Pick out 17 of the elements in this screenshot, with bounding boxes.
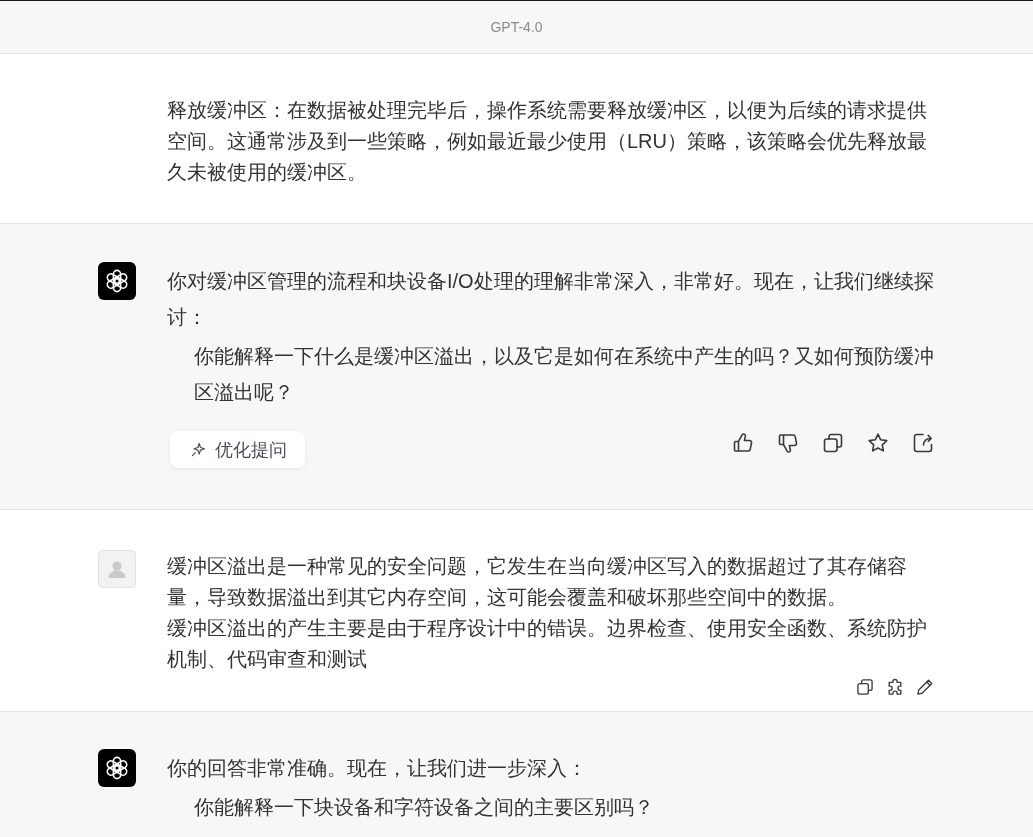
- quoted-question: 你能解释一下什么是缓冲区溢出，以及它是如何在系统中产生的吗？又如何预防缓冲区溢出呢？: [193, 344, 935, 405]
- pencil-icon[interactable]: [915, 677, 935, 697]
- message-text: 缓冲区溢出是一种常见的安全问题，它发生在当向缓冲区写入的数据超过了其存储容量，导致数据溢出到其它内存空间，这可能会覆盖和破坏那些空间中的数据。: [167, 554, 908, 610]
- copy-icon[interactable]: [821, 431, 845, 455]
- thumbs-up-icon[interactable]: [731, 431, 755, 455]
- sparkle-icon: [190, 441, 207, 458]
- model-title: GPT-4.0: [490, 19, 543, 35]
- optimize-prompt-button[interactable]: 优化提问: [170, 431, 305, 468]
- message-text: 释放缓冲区：在数据被处理完毕后，操作系统需要释放缓冲区，以便为后续的请求提供空间。这通常涉及到一些策略，例如最近最少使用（LRU）策略，该策略会优先释放最久未被使用的缓冲区。: [167, 98, 928, 185]
- message-text: 你对缓冲区管理的流程和块设备I/O处理的理解非常深入，非常好。现在，让我们继续探讨：: [167, 269, 935, 330]
- share-icon[interactable]: [911, 431, 935, 455]
- thumbs-down-icon[interactable]: [776, 431, 800, 455]
- message-text: 你的回答非常准确。现在，让我们进一步深入：: [167, 756, 588, 781]
- message-text: 缓冲区溢出的产生主要是由于程序设计中的错误。边界检查、使用安全函数、系统防护机制、代码审查和测试: [167, 616, 928, 672]
- copy-icon[interactable]: [855, 677, 875, 697]
- star-icon[interactable]: [866, 431, 890, 455]
- quoted-question: 你能解释一下块设备和字符设备之间的主要区别吗？: [193, 795, 655, 820]
